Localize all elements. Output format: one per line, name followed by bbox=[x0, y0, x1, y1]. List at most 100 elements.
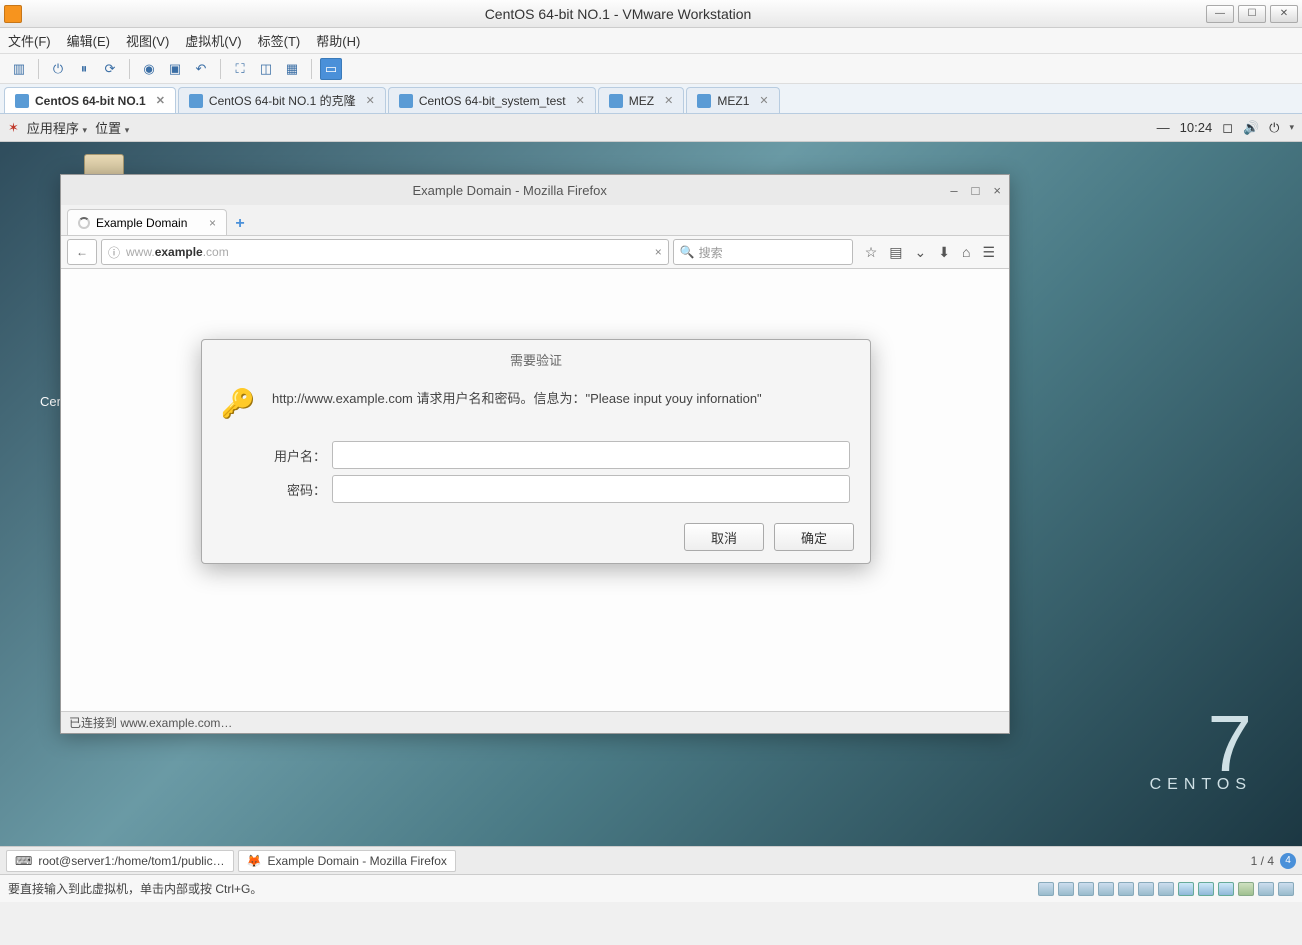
vmware-statusbar: 要直接输入到此虚拟机，单击内部或按 Ctrl+G。 bbox=[0, 874, 1302, 902]
auth-dialog: 需要验证 🔑 http://www.example.com 请求用户名和密码。信… bbox=[201, 339, 871, 564]
terminal-icon: ⌨ bbox=[15, 854, 32, 868]
printer-icon[interactable] bbox=[1258, 882, 1274, 896]
chevron-down-icon[interactable]: ▾ bbox=[1289, 122, 1294, 133]
close-button[interactable]: × bbox=[993, 183, 1001, 198]
console-icon[interactable]: ▭ bbox=[320, 58, 342, 80]
separator bbox=[311, 59, 312, 79]
floppy-icon[interactable] bbox=[1158, 882, 1174, 896]
revert-icon[interactable]: ↶ bbox=[190, 58, 212, 80]
menu-file[interactable]: 文件(F) bbox=[8, 31, 51, 50]
minimize-button[interactable]: – bbox=[950, 183, 957, 198]
sound-icon[interactable] bbox=[1238, 882, 1254, 896]
vmware-input-hint: 要直接输入到此虚拟机，单击内部或按 Ctrl+G。 bbox=[8, 880, 262, 897]
vm-tab-mez[interactable]: MEZ ✕ bbox=[598, 87, 685, 113]
password-label: 密码： bbox=[262, 480, 332, 499]
snapshot-icon[interactable]: ◉ bbox=[138, 58, 160, 80]
reset-icon[interactable]: ⟳ bbox=[99, 58, 121, 80]
hdd-icon[interactable] bbox=[1058, 882, 1074, 896]
volume-icon[interactable]: 🔊 bbox=[1243, 120, 1259, 136]
tab-label: MEZ bbox=[629, 94, 654, 108]
gnome-top-bar: ✶ 应用程序 ▾ 位置 ▾ — 10:24 ◻ 🔊 ⏻ ▾ bbox=[0, 114, 1302, 142]
new-tab-button[interactable]: + bbox=[227, 213, 253, 235]
vm-tab-centos1[interactable]: CentOS 64-bit NO.1 ✕ bbox=[4, 87, 176, 113]
places-menu[interactable]: 位置 ▾ bbox=[95, 118, 129, 137]
ok-button[interactable]: 确定 bbox=[774, 523, 854, 551]
taskbar-item-firefox[interactable]: 🦊 Example Domain - Mozilla Firefox bbox=[238, 850, 456, 872]
vm-tab-mez1[interactable]: MEZ1 ✕ bbox=[686, 87, 779, 113]
firefox-titlebar[interactable]: Example Domain - Mozilla Firefox – □ × bbox=[61, 175, 1009, 205]
password-input[interactable] bbox=[332, 475, 850, 503]
close-icon[interactable]: ✕ bbox=[156, 94, 165, 107]
hdd-icon[interactable] bbox=[1078, 882, 1094, 896]
separator bbox=[220, 59, 221, 79]
network-icon[interactable] bbox=[1198, 882, 1214, 896]
vmware-titlebar: CentOS 64-bit NO.1 - VMware Workstation … bbox=[0, 0, 1302, 28]
usb-icon[interactable] bbox=[1218, 882, 1234, 896]
hdd-icon[interactable] bbox=[1098, 882, 1114, 896]
cd-icon[interactable] bbox=[1118, 882, 1134, 896]
downloads-icon[interactable]: ⬇ bbox=[938, 244, 950, 261]
hdd-icon[interactable] bbox=[1038, 882, 1054, 896]
minimize-button[interactable]: — bbox=[1206, 5, 1234, 23]
suspend-icon[interactable]: ⏸ bbox=[73, 58, 95, 80]
thumbnail-icon[interactable]: ▦ bbox=[281, 58, 303, 80]
guest-viewport[interactable]: ✶ 应用程序 ▾ 位置 ▾ — 10:24 ◻ 🔊 ⏻ ▾ Cer 7 CENT… bbox=[0, 114, 1302, 874]
snapshot-manager-icon[interactable]: ▣ bbox=[164, 58, 186, 80]
close-icon[interactable]: ✕ bbox=[664, 94, 673, 107]
power-icon[interactable]: ⏻ bbox=[47, 58, 69, 80]
close-button[interactable]: ✕ bbox=[1270, 5, 1298, 23]
auth-dialog-title: 需要验证 bbox=[202, 340, 870, 375]
pocket-icon[interactable]: ⌄ bbox=[915, 244, 927, 261]
vm-tab-centos1-clone[interactable]: CentOS 64-bit NO.1 的克隆 ✕ bbox=[178, 87, 386, 113]
vm-tab-system-test[interactable]: CentOS 64-bit_system_test ✕ bbox=[388, 87, 596, 113]
menu-edit[interactable]: 编辑(E) bbox=[67, 31, 110, 50]
maximize-button[interactable]: □ bbox=[972, 183, 980, 198]
vmware-device-icons bbox=[1038, 882, 1294, 896]
cancel-button[interactable]: 取消 bbox=[684, 523, 764, 551]
menu-icon[interactable]: ☰ bbox=[982, 244, 995, 261]
menu-help[interactable]: 帮助(H) bbox=[316, 31, 360, 50]
fullscreen-icon[interactable]: ⛶ bbox=[229, 58, 251, 80]
menu-tags[interactable]: 标签(T) bbox=[258, 31, 301, 50]
close-icon[interactable]: ✕ bbox=[576, 94, 585, 107]
applications-menu[interactable]: 应用程序 ▾ bbox=[27, 118, 87, 137]
search-bar[interactable]: 🔍 搜索 bbox=[673, 239, 853, 265]
activities-icon[interactable]: ✶ bbox=[8, 120, 19, 136]
library-icon[interactable]: ▥ bbox=[8, 58, 30, 80]
identity-icon[interactable]: ⓘ bbox=[108, 244, 120, 261]
workspace-indicator[interactable]: 1 / 4 bbox=[1251, 854, 1274, 868]
clear-icon[interactable]: × bbox=[655, 245, 662, 259]
network-icon[interactable] bbox=[1178, 882, 1194, 896]
cd-icon[interactable] bbox=[1138, 882, 1154, 896]
bookmark-star-icon[interactable]: ☆ bbox=[865, 244, 878, 261]
back-button[interactable]: ← bbox=[67, 239, 97, 265]
accessibility-icon[interactable]: ◻ bbox=[1222, 120, 1233, 136]
firefox-statusbar: 已连接到 www.example.com… bbox=[61, 711, 1009, 733]
display-icon[interactable] bbox=[1278, 882, 1294, 896]
close-icon[interactable]: ✕ bbox=[366, 94, 375, 107]
firefox-tabstrip: Example Domain × + bbox=[61, 205, 1009, 235]
separator bbox=[129, 59, 130, 79]
workspace-badge[interactable]: 4 bbox=[1280, 853, 1296, 869]
vmware-toolbar: ▥ ⏻ ⏸ ⟳ ◉ ▣ ↶ ⛶ ◫ ▦ ▭ bbox=[0, 54, 1302, 84]
username-input[interactable] bbox=[332, 441, 850, 469]
vmware-tabs: CentOS 64-bit NO.1 ✕ CentOS 64-bit NO.1 … bbox=[0, 84, 1302, 114]
menu-vm[interactable]: 虚拟机(V) bbox=[185, 31, 241, 50]
menu-view[interactable]: 视图(V) bbox=[126, 31, 169, 50]
unity-icon[interactable]: ◫ bbox=[255, 58, 277, 80]
firefox-window-title: Example Domain - Mozilla Firefox bbox=[69, 183, 950, 198]
home-icon[interactable]: ⌂ bbox=[962, 244, 970, 261]
reader-icon[interactable]: ▤ bbox=[889, 244, 902, 261]
close-icon[interactable]: ✕ bbox=[759, 94, 768, 107]
clock-prefix: — bbox=[1157, 120, 1170, 135]
desktop-label-partial: Cer bbox=[40, 394, 61, 409]
url-bar[interactable]: ⓘ www.example.com × bbox=[101, 239, 669, 265]
taskbar-item-terminal[interactable]: ⌨ root@server1:/home/tom1/public… bbox=[6, 850, 234, 872]
firefox-tab-example[interactable]: Example Domain × bbox=[67, 209, 227, 235]
vmware-menubar: 文件(F) 编辑(E) 视图(V) 虚拟机(V) 标签(T) 帮助(H) bbox=[0, 28, 1302, 54]
vm-icon bbox=[399, 94, 413, 108]
close-icon[interactable]: × bbox=[209, 216, 216, 230]
power-menu-icon[interactable]: ⏻ bbox=[1269, 120, 1279, 136]
clock[interactable]: 10:24 bbox=[1180, 120, 1213, 135]
maximize-button[interactable]: ☐ bbox=[1238, 5, 1266, 23]
